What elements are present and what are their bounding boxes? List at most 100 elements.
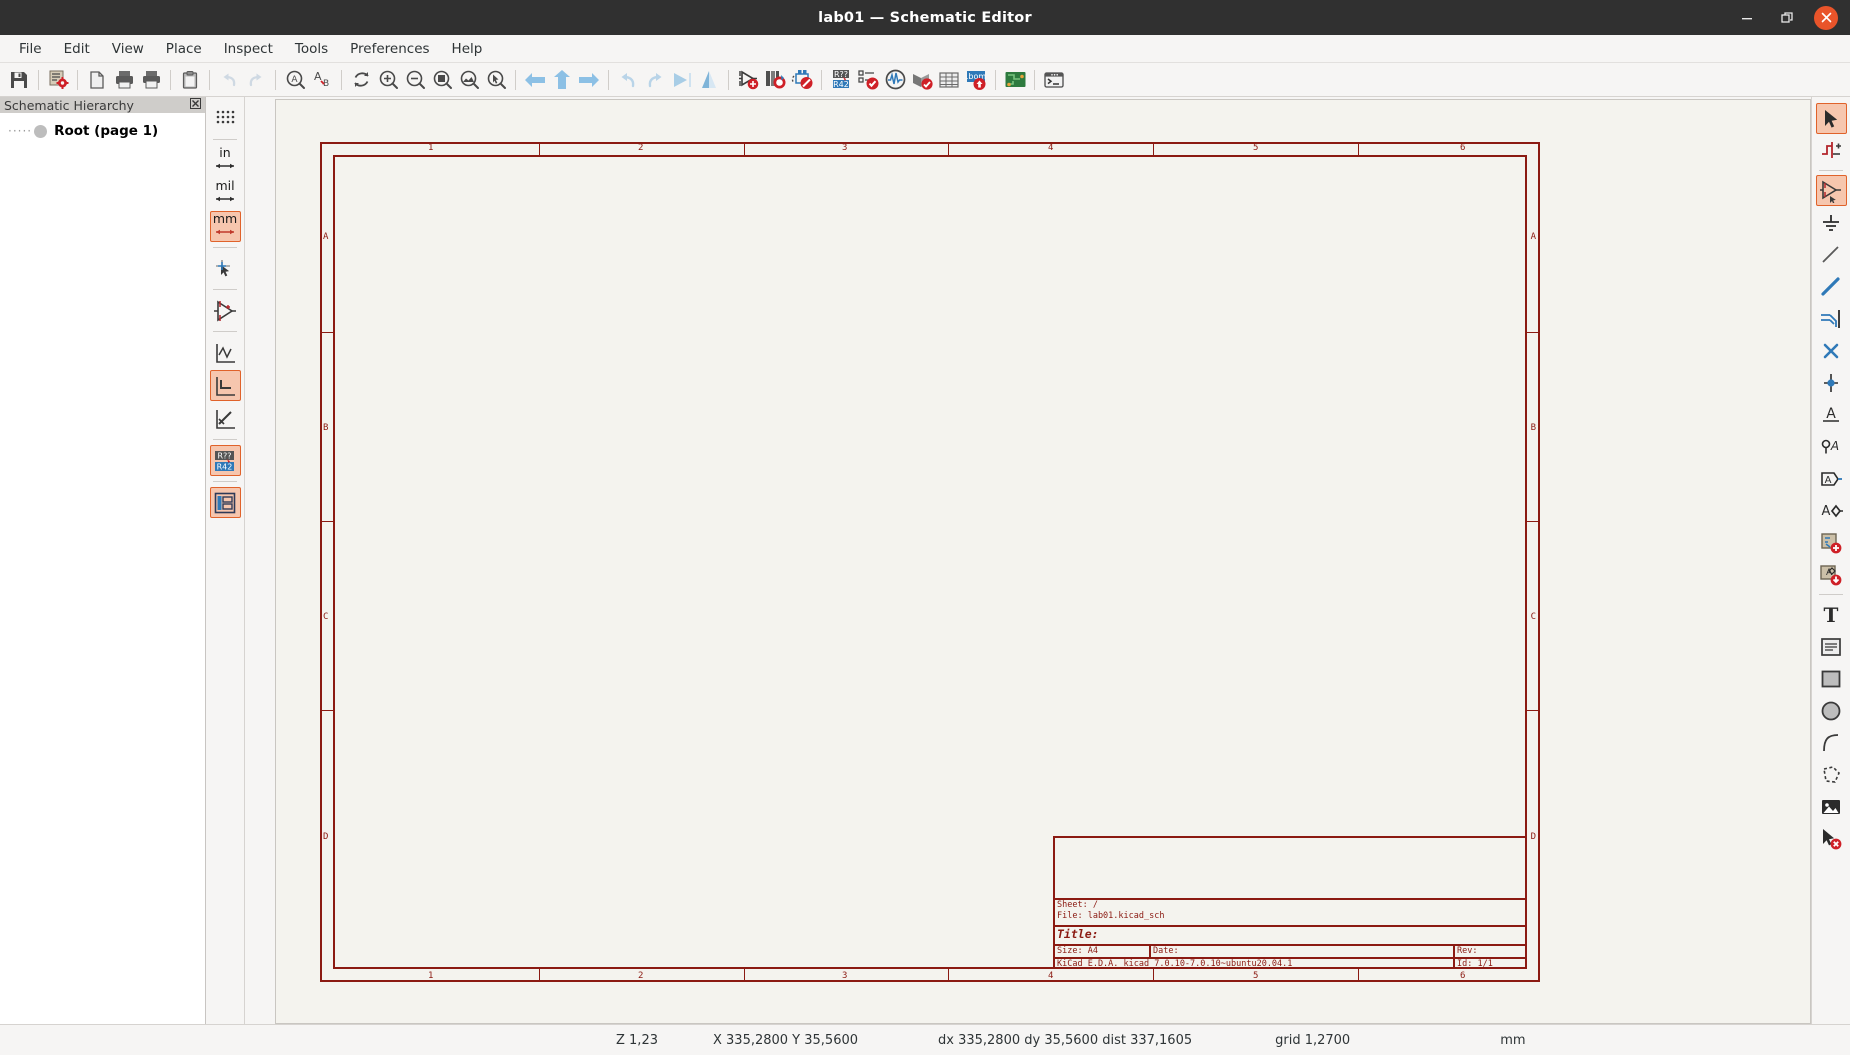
maximize-button[interactable] (1774, 5, 1800, 31)
units-mils-button[interactable]: mil (210, 178, 241, 209)
ruler-label-left-D: D (323, 832, 328, 842)
add-no-connect-wire-tool-icon[interactable] (1816, 239, 1847, 270)
plot-icon[interactable] (138, 67, 164, 93)
zoom-objects-icon[interactable] (456, 67, 482, 93)
free-angle-wires-icon[interactable] (210, 337, 241, 368)
menu-place[interactable]: Place (155, 37, 213, 61)
new-sheet-icon[interactable] (84, 67, 110, 93)
draw-wire-tool-icon[interactable] (1816, 271, 1847, 302)
menu-file[interactable]: File (8, 37, 53, 61)
draw-circle-tool-icon[interactable] (1816, 695, 1847, 726)
add-net-label-tool-icon[interactable]: A (1816, 399, 1847, 430)
find-replace-icon[interactable]: AB (309, 67, 335, 93)
add-hierarchical-sheet-tool-icon[interactable] (1816, 527, 1847, 558)
save-icon[interactable] (6, 67, 32, 93)
tree-node-icon (34, 125, 47, 138)
open-pcb-editor-icon[interactable] (1002, 67, 1028, 93)
show-hierarchy-navigator-icon[interactable] (210, 487, 241, 518)
footprint-editor-icon[interactable] (789, 67, 815, 93)
page-settings-icon[interactable] (45, 67, 71, 93)
any-angle-wires-icon[interactable] (210, 403, 241, 434)
rotate-ccw-icon[interactable] (615, 67, 641, 93)
find-icon[interactable]: A (282, 67, 308, 93)
draw-rectangle-tool-icon[interactable] (1816, 663, 1847, 694)
bom-table-icon[interactable] (936, 67, 962, 93)
add-power-port-tool-icon[interactable] (1816, 207, 1847, 238)
zoom-out-icon[interactable] (402, 67, 428, 93)
ruler-label-bottom-1: 1 (428, 971, 433, 981)
tree-item-root[interactable]: ····· Root (page 1) (8, 123, 205, 139)
units-millimeters-button[interactable]: mm (210, 211, 241, 242)
rotate-cw-icon[interactable] (642, 67, 668, 93)
add-symbol-tool-icon[interactable] (1816, 175, 1847, 206)
menu-help[interactable]: Help (441, 37, 494, 61)
symbol-library-editor-icon[interactable] (762, 67, 788, 93)
undo-icon[interactable] (216, 67, 242, 93)
navigate-back-icon[interactable] (522, 67, 548, 93)
add-textbox-tool-icon[interactable] (1816, 631, 1847, 662)
add-netclass-directive-tool-icon[interactable]: A (1816, 495, 1847, 526)
units-inches-button[interactable]: in (210, 145, 241, 176)
ruler-label-top-4: 4 (1048, 143, 1053, 153)
ruler-label-left-C: C (323, 612, 328, 622)
erc-icon[interactable] (855, 67, 881, 93)
schematic-canvas-area[interactable]: 1 2 3 4 5 6 1 2 3 4 (245, 97, 1811, 1024)
add-no-connect-flag-tool-icon[interactable] (1816, 335, 1847, 366)
add-global-label-tool-icon[interactable]: A (1816, 431, 1847, 462)
add-text-tool-icon[interactable]: T (1816, 599, 1847, 630)
menu-inspect[interactable]: Inspect (213, 37, 284, 61)
assign-footprints-icon[interactable] (909, 67, 935, 93)
mirror-vertical-icon[interactable] (696, 67, 722, 93)
simulator-icon[interactable] (882, 67, 908, 93)
generate-bom-icon[interactable]: .bom (963, 67, 989, 93)
ruler-label-bottom-3: 3 (842, 971, 847, 981)
delete-tool-icon[interactable] (1816, 823, 1847, 854)
minimize-button[interactable] (1734, 5, 1760, 31)
toolbar-separator (1819, 594, 1843, 595)
status-units: mm (1500, 1033, 1525, 1048)
draw-bus-tool-icon[interactable] (1816, 303, 1847, 334)
place-image-tool-icon[interactable] (1816, 791, 1847, 822)
title-block-divider-1 (1053, 898, 1526, 900)
menu-view[interactable]: View (101, 37, 155, 61)
print-icon[interactable] (111, 67, 137, 93)
scripting-console-icon[interactable] (1041, 67, 1067, 93)
draw-polygon-tool-icon[interactable] (1816, 759, 1847, 790)
drawing-sheet: 1 2 3 4 5 6 1 2 3 4 (320, 142, 1540, 982)
status-position: X 335,2800 Y 35,5600 (713, 1033, 858, 1048)
schematic-canvas[interactable]: 1 2 3 4 5 6 1 2 3 4 (275, 99, 1811, 1024)
close-panel-icon[interactable] (190, 98, 201, 112)
zoom-in-icon[interactable] (375, 67, 401, 93)
redo-icon[interactable] (243, 67, 269, 93)
title-block-date: Date: (1153, 946, 1179, 956)
refresh-icon[interactable] (348, 67, 374, 93)
show-annotation-refs-icon[interactable]: R??R42 (210, 445, 241, 476)
annotate-icon[interactable]: R??R42 (828, 67, 854, 93)
menu-edit[interactable]: Edit (53, 37, 101, 61)
menu-preferences[interactable]: Preferences (339, 37, 440, 61)
select-tool-icon[interactable] (1816, 103, 1847, 134)
close-button[interactable] (1814, 6, 1838, 30)
toolbar-separator (1819, 170, 1843, 171)
add-junction-tool-icon[interactable] (1816, 367, 1847, 398)
zoom-fit-icon[interactable] (429, 67, 455, 93)
title-block-sheet: Sheet: / (1057, 900, 1098, 910)
add-symbol-icon[interactable] (735, 67, 761, 93)
hidden-pins-icon[interactable] (210, 295, 241, 326)
grid-toggle-icon[interactable] (210, 103, 241, 134)
draw-arc-tool-icon[interactable] (1816, 727, 1847, 758)
paste-icon[interactable] (177, 67, 203, 93)
svg-text:A: A (1825, 475, 1832, 486)
menu-tools[interactable]: Tools (284, 37, 339, 61)
sheet-frame-top (320, 142, 1540, 144)
add-hierarchical-label-tool-icon[interactable]: A (1816, 463, 1847, 494)
h-v-wires-icon[interactable] (210, 370, 241, 401)
toolbar-separator (1034, 70, 1035, 90)
navigate-up-icon[interactable] (549, 67, 575, 93)
navigate-forward-icon[interactable] (576, 67, 602, 93)
mirror-horizontal-icon[interactable] (669, 67, 695, 93)
import-sheet-pin-tool-icon[interactable]: A (1816, 559, 1847, 590)
highlight-net-tool-icon[interactable] (1816, 135, 1847, 166)
cursor-full-window-crosshair-icon[interactable] (210, 253, 241, 284)
zoom-selection-icon[interactable] (483, 67, 509, 93)
